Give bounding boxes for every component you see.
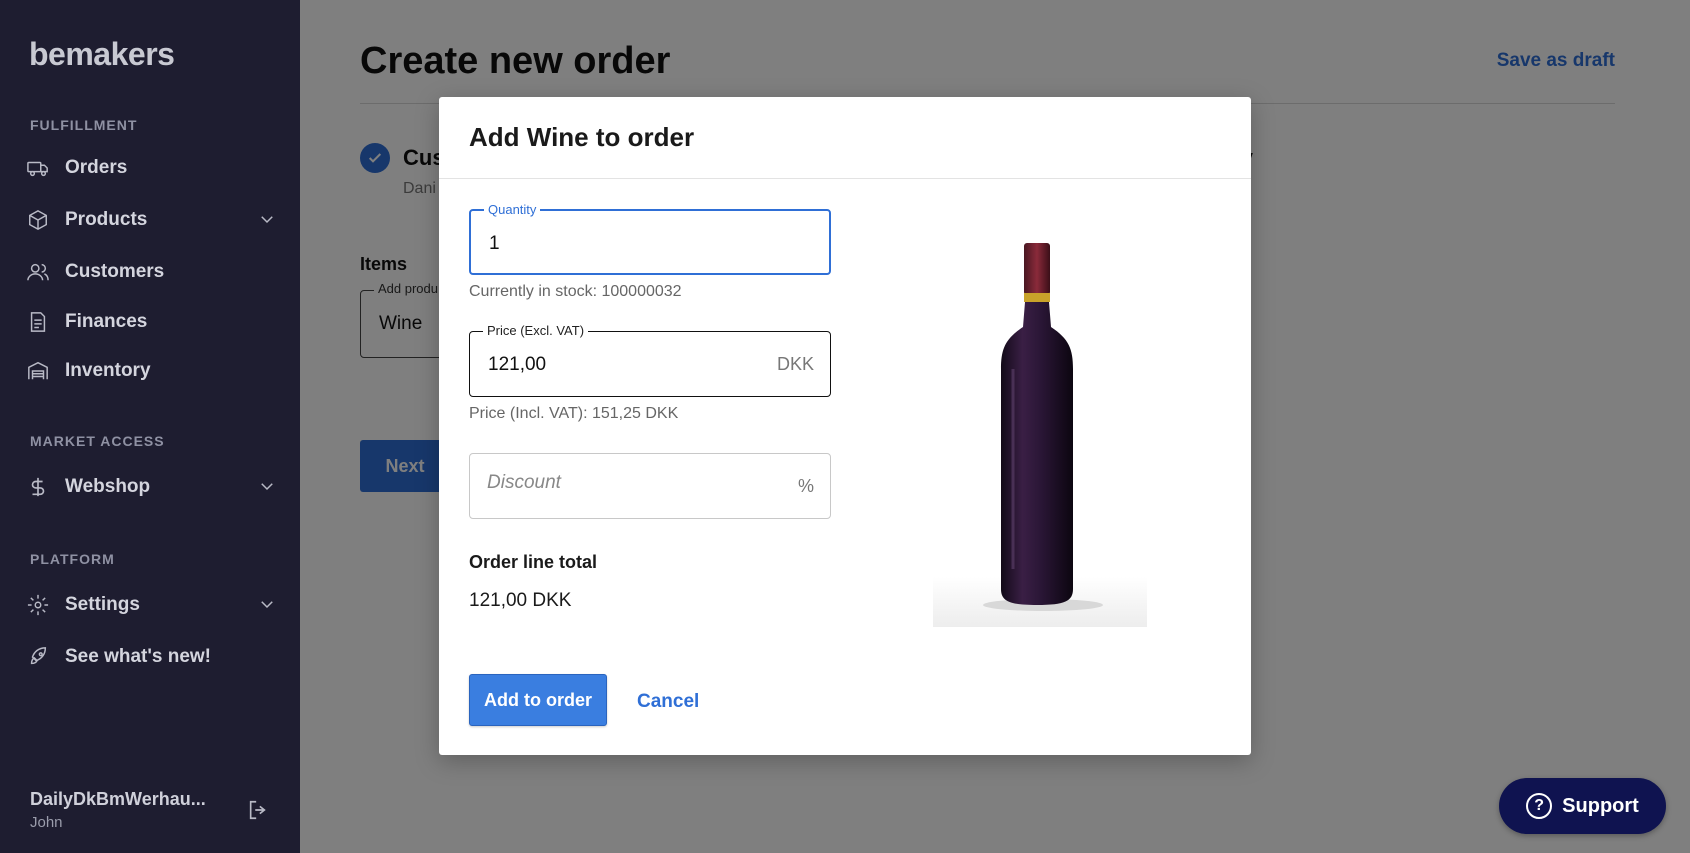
- add-to-order-dialog: Add Wine to order Quantity 1 Currently i…: [439, 97, 1251, 755]
- sidebar-item-orders[interactable]: Orders: [26, 150, 276, 186]
- cancel-button[interactable]: Cancel: [637, 691, 699, 713]
- chevron-down-icon[interactable]: [258, 210, 276, 234]
- support-label: Support: [1562, 794, 1639, 817]
- question-icon: ?: [1526, 793, 1553, 819]
- quantity-value: 1: [489, 233, 500, 254]
- discount-input[interactable]: [487, 472, 777, 494]
- sidebar-item-label: Customers: [65, 261, 165, 282]
- warehouse-icon: [26, 359, 50, 383]
- section-title-market-access: MARKET ACCESS: [30, 433, 165, 449]
- sidebar-item-label: Products: [65, 209, 148, 230]
- sidebar-item-inventory[interactable]: Inventory: [26, 353, 276, 389]
- sidebar-item-whats-new[interactable]: See what's new!: [26, 639, 276, 675]
- section-title-platform: PLATFORM: [30, 551, 115, 567]
- sidebar-item-label: Orders: [65, 157, 128, 178]
- sidebar-item-label: See what's new!: [65, 646, 212, 667]
- product-image: [933, 209, 1147, 627]
- sidebar-item-label: Finances: [65, 311, 148, 332]
- discount-percent-suffix: %: [797, 476, 814, 496]
- price-value: 121,00: [488, 354, 547, 375]
- support-button[interactable]: ? Support: [1499, 778, 1666, 834]
- users-icon: [26, 260, 50, 284]
- price-currency-suffix: DKK: [776, 354, 814, 374]
- sidebar-item-customers[interactable]: Customers: [26, 254, 276, 290]
- sidebar-item-label: Inventory: [65, 360, 151, 381]
- logout-icon[interactable]: [247, 799, 269, 826]
- sidebar-item-label: Webshop: [65, 476, 151, 497]
- price-field[interactable]: Price (Excl. VAT) 121,00 DKK: [469, 323, 831, 397]
- sidebar-item-settings[interactable]: Settings: [26, 587, 276, 623]
- chevron-down-icon[interactable]: [258, 477, 276, 501]
- price-label: Price (Excl. VAT): [483, 323, 589, 338]
- document-icon: [26, 310, 50, 334]
- gear-icon: [26, 593, 50, 617]
- order-line-total-value: 121,00 DKK: [469, 590, 572, 611]
- sidebar-item-label: Settings: [65, 594, 140, 615]
- stock-helper-text: Currently in stock: 100000032: [469, 283, 682, 300]
- truck-icon: [26, 156, 50, 180]
- user-name: DailyDkBmWerhau...: [30, 789, 206, 809]
- section-title-fulfillment: FULFILLMENT: [30, 117, 138, 133]
- divider: [439, 178, 1251, 179]
- chevron-down-icon[interactable]: [258, 595, 276, 619]
- sidebar-item-finances[interactable]: Finances: [26, 304, 276, 340]
- dollar-icon: [26, 475, 50, 499]
- dialog-title: Add Wine to order: [469, 122, 695, 152]
- sidebar: bemakers FULFILLMENT Orders Products Cus…: [0, 0, 300, 853]
- sidebar-item-webshop[interactable]: Webshop: [26, 469, 276, 505]
- user-subtitle: John: [30, 814, 63, 831]
- rocket-icon: [26, 645, 50, 669]
- quantity-label: Quantity: [484, 202, 541, 217]
- box-icon: [26, 208, 50, 232]
- add-to-order-button[interactable]: Add to order: [469, 674, 607, 726]
- discount-field[interactable]: %: [469, 453, 831, 519]
- price-incl-vat-text: Price (Incl. VAT): 151,25 DKK: [469, 405, 679, 422]
- app-logo[interactable]: bemakers: [29, 36, 175, 73]
- quantity-field[interactable]: Quantity 1: [469, 202, 831, 275]
- order-line-total-label: Order line total: [469, 552, 598, 572]
- sidebar-item-products[interactable]: Products: [26, 202, 276, 238]
